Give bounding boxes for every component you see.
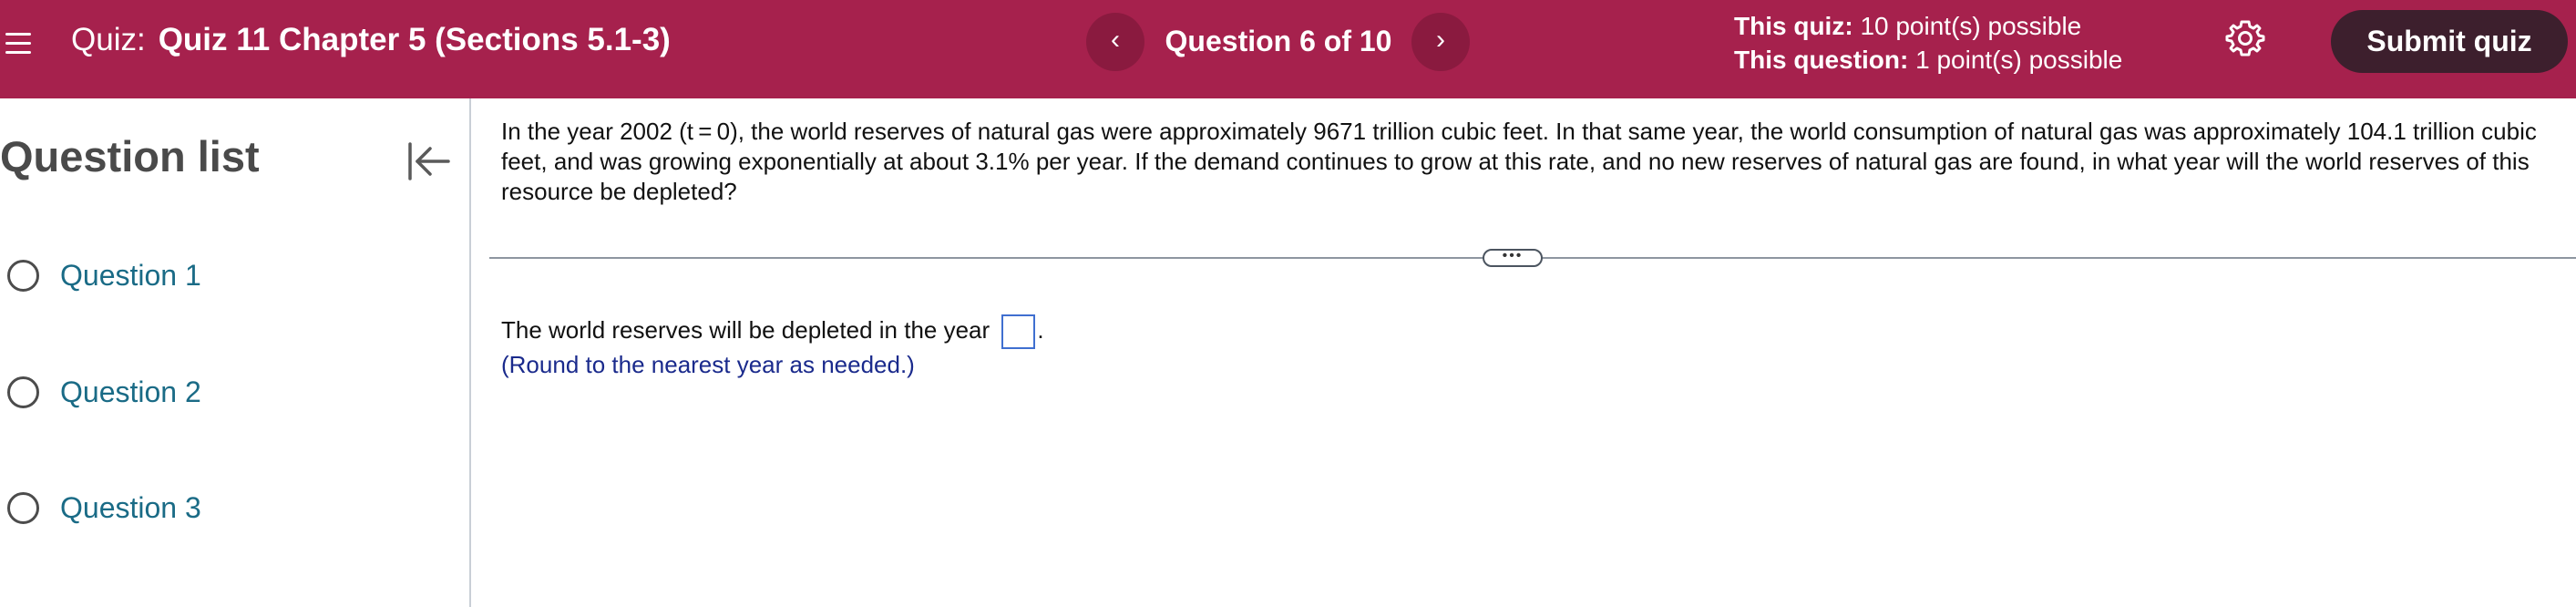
top-bar: Quiz: Quiz 11 Chapter 5 (Sections 5.1-3) … (0, 0, 2576, 98)
rounding-hint: (Round to the nearest year as needed.) (501, 351, 915, 378)
quiz-name: Quiz 11 Chapter 5 (Sections 5.1-3) (158, 22, 671, 57)
gear-icon[interactable] (2223, 16, 2267, 60)
submit-quiz-button[interactable]: Submit quiz (2331, 10, 2568, 73)
points-info: This quiz: 10 point(s) possible This que… (1734, 9, 2122, 77)
sidebar-item-label: Question 1 (60, 259, 201, 292)
answer-suffix: . (1037, 316, 1044, 344)
answer-input[interactable] (1001, 314, 1036, 350)
question-points-row: This question: 1 point(s) possible (1734, 43, 2122, 77)
sidebar-item-label: Question 2 (60, 376, 201, 408)
previous-question-button[interactable]: ‹ (1086, 13, 1144, 71)
radio-unchecked-icon (7, 260, 39, 292)
quiz-points-label: This quiz: (1734, 12, 1853, 40)
radio-unchecked-icon (7, 492, 39, 524)
hamburger-menu-icon[interactable] (4, 26, 33, 57)
radio-unchecked-icon (7, 376, 39, 408)
question-points-value: 1 point(s) possible (1915, 46, 2123, 74)
quiz-title: Quiz: Quiz 11 Chapter 5 (Sections 5.1-3) (71, 20, 671, 60)
question-list-title: Question list (0, 132, 260, 180)
sidebar-item-label: Question 3 (60, 491, 201, 524)
answer-prompt: The world reserves will be depleted in t… (501, 316, 990, 344)
question-points-label: This question: (1734, 46, 1909, 74)
quiz-points-value: 10 point(s) possible (1860, 12, 2082, 40)
quiz-title-prefix: Quiz: (71, 22, 146, 57)
answer-line: The world reserves will be depleted in t… (501, 314, 1044, 350)
question-counter: Question 6 of 10 (1165, 25, 1392, 57)
question-text: In the year 2002 (t = 0), the world rese… (501, 118, 2537, 205)
quiz-points-row: This quiz: 10 point(s) possible (1734, 9, 2122, 43)
collapse-left-icon[interactable] (406, 139, 452, 184)
pane-resize-handle[interactable]: ••• (1483, 249, 1543, 267)
next-question-button[interactable]: › (1411, 13, 1470, 71)
question-list-sidebar: Question list Question 1 Question 2 Ques… (0, 98, 471, 607)
